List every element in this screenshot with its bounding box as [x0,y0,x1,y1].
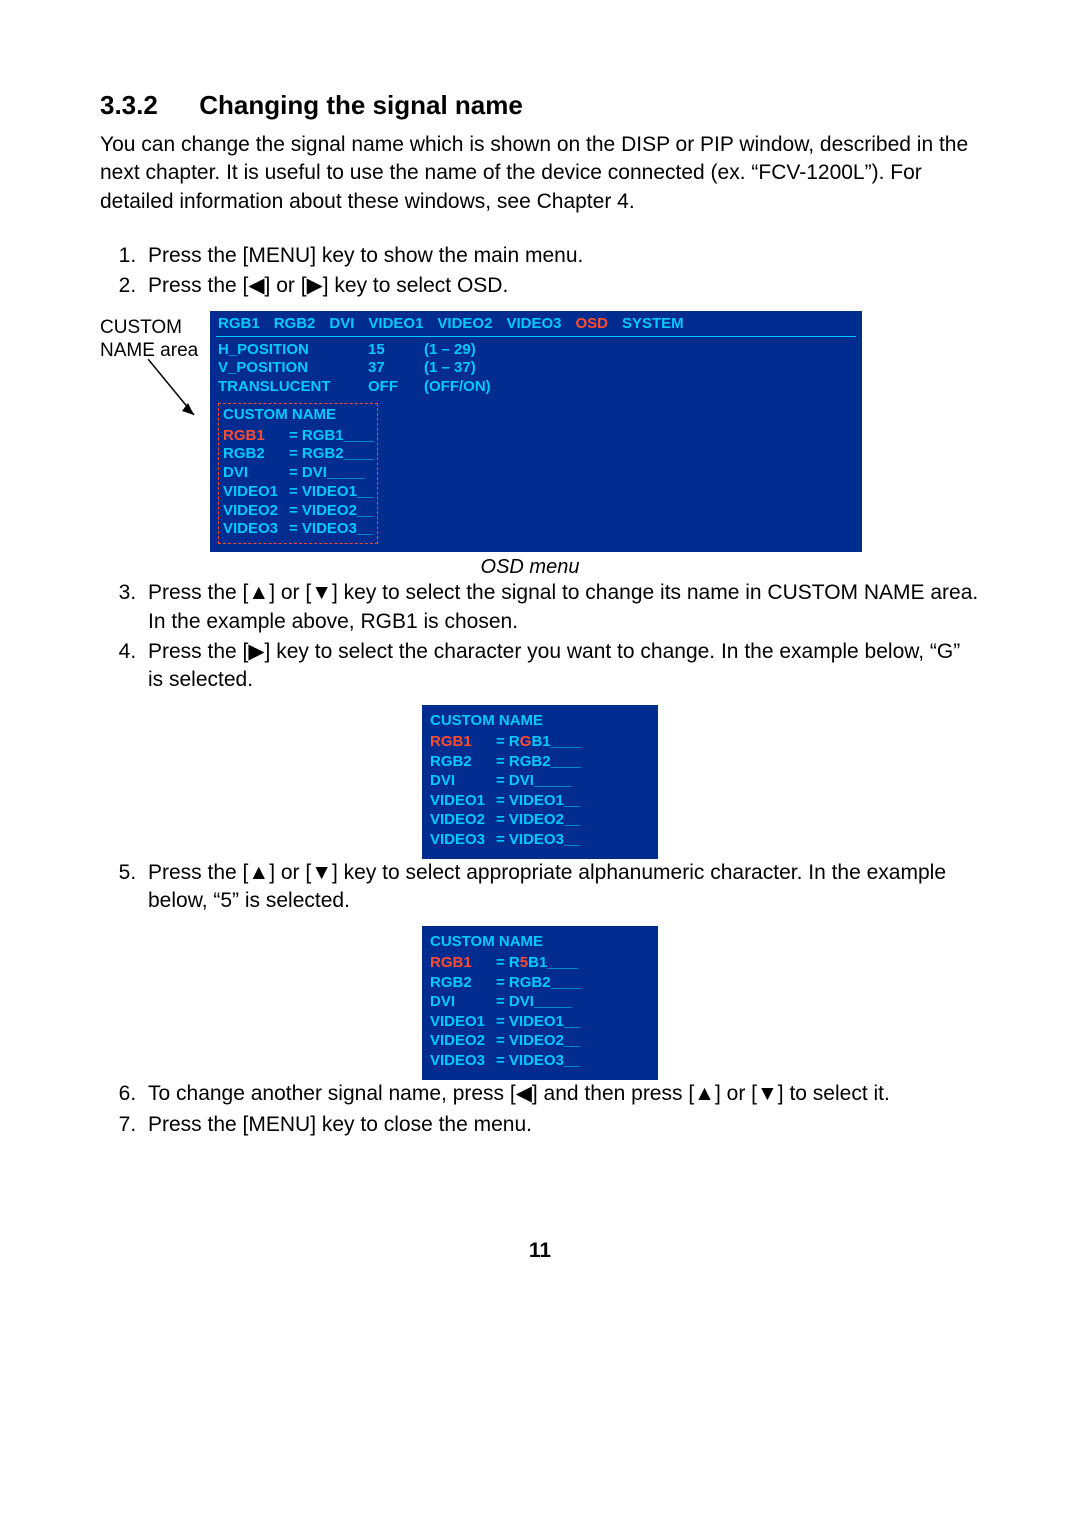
step-text: Press the [ [148,640,248,663]
custom-name-line: VIDEO3= VIDEO3__ [223,520,373,539]
osd-tab-rgb2[interactable]: RGB2 [274,315,316,332]
custom-name-line: RGB1= R5B1____ [430,953,650,973]
step-list-b: Press the [▲] or [▼] key to select the s… [110,579,980,694]
section-title: Changing the signal name [199,90,523,120]
panel-header: CUSTOM NAME [430,932,650,952]
custom-name-line: VIDEO1= VIDEO1__ [430,791,650,811]
custom-name-line: VIDEO2= VIDEO2__ [430,1031,650,1051]
osd-tab-video3[interactable]: VIDEO3 [506,315,561,332]
custom-name-line: RGB2= RGB2____ [223,445,373,464]
osd-tab-osd[interactable]: OSD [575,315,608,332]
custom-name-line: VIDEO3= VIDEO3__ [430,1051,650,1071]
step-text: To change another signal name, press [ [148,1082,516,1105]
step-text: ] or [ [269,861,311,884]
section-number: 3.3.2 [100,90,192,121]
label-line: CUSTOM [100,317,210,340]
up-arrow-icon: ▲ [248,581,269,604]
custom-name-line: RGB2= RGB2____ [430,752,650,772]
custom-name-line: DVI= DVI_____ [430,992,650,1012]
intro-paragraph: You can change the signal name which is … [100,131,980,216]
up-arrow-icon: ▲ [694,1082,715,1105]
custom-name-line: DVI= DVI_____ [430,771,650,791]
custom-name-box: CUSTOM NAME RGB1= RGB1____RGB2= RGB2____… [218,403,378,544]
figure-caption: OSD menu [210,556,850,579]
osd-figure: CUSTOM NAME area RGB1 RGB2 DVI VIDEO1 VIDEO2… [100,311,980,553]
custom-name-line: VIDEO1= VIDEO1__ [430,1012,650,1032]
custom-name-line: VIDEO3= VIDEO3__ [430,830,650,850]
step-text: ] key to select the character you want t… [148,640,960,691]
osd-tab-dvi[interactable]: DVI [329,315,354,332]
step-text: ] or [ [265,274,307,297]
step-5: Press the [▲] or [▼] key to select appro… [142,859,980,916]
custom-name-line: VIDEO1= VIDEO1__ [223,483,373,502]
custom-name-line: RGB2= RGB2____ [430,973,650,993]
down-arrow-icon: ▼ [311,861,332,884]
step-6: To change another signal name, press [◀]… [142,1080,980,1108]
step-1: Press the [MENU] key to show the main me… [142,242,980,270]
osd-menu-panel: RGB1 RGB2 DVI VIDEO1 VIDEO2 VIDEO3 OSD SYSTEM H… [210,311,862,553]
step-4: Press the [▶] key to select the characte… [142,638,980,695]
osd-tab-video2[interactable]: VIDEO2 [437,315,492,332]
step-7: Press the [MENU] key to close the menu. [142,1111,980,1139]
right-arrow-icon: ▶ [248,640,264,663]
step-text: ] and then press [ [532,1082,694,1105]
osd-tab-video1[interactable]: VIDEO1 [368,315,423,332]
step-list-d: To change another signal name, press [◀]… [110,1080,980,1139]
step-text: ] to select it. [778,1082,890,1105]
step-2: Press the [◀] or [▶] key to select OSD. [142,272,980,300]
osd-setting-row: TRANSLUCENTOFF(OFF/ON) [218,378,854,397]
step-list-c: Press the [▲] or [▼] key to select appro… [110,859,980,916]
right-arrow-icon: ▶ [307,274,323,297]
step-3: Press the [▲] or [▼] key to select the s… [142,579,980,636]
step-text: Press the [ [148,581,248,604]
step-text: Press the [ [148,274,248,297]
down-arrow-icon: ▼ [311,581,332,604]
osd-setting-row: H_POSITION15(1 – 29) [218,341,854,360]
panel-header: CUSTOM NAME [430,711,650,731]
osd-tab-system[interactable]: SYSTEM [622,315,684,332]
custom-name-line: DVI= DVI_____ [223,464,373,483]
down-arrow-icon: ▼ [757,1082,778,1105]
up-arrow-icon: ▲ [248,861,269,884]
pointer-arrow-icon [173,418,217,442]
section-heading: 3.3.2 Changing the signal name [100,90,980,121]
step-text: ] key to select OSD. [323,274,509,297]
left-arrow-icon: ◀ [516,1082,532,1105]
left-arrow-icon: ◀ [248,274,264,297]
custom-name-line: VIDEO2= VIDEO2__ [223,502,373,521]
page-number: 11 [100,1239,980,1263]
custom-name-line: RGB1= RGB1____ [223,427,373,446]
custom-name-line: VIDEO2= VIDEO2__ [430,810,650,830]
osd-body: H_POSITION15(1 – 29)V_POSITION37(1 – 37)… [216,337,856,545]
step-list-a: Press the [MENU] key to show the main me… [110,242,980,301]
step-text: ] or [ [269,581,311,604]
custom-name-area-label: CUSTOM NAME area [100,311,210,363]
step-text: ] or [ [715,1082,757,1105]
osd-setting-row: V_POSITION37(1 – 37) [218,359,854,378]
custom-name-panel-step4: CUSTOM NAME RGB1= RGB1____RGB2= RGB2____… [422,705,658,860]
custom-name-line: RGB1= RGB1____ [430,732,650,752]
custom-name-header: CUSTOM NAME [223,406,373,425]
osd-tab-rgb1[interactable]: RGB1 [218,315,260,332]
document-page: 3.3.2 Changing the signal name You can c… [0,0,1080,1323]
custom-name-panel-step5: CUSTOM NAME RGB1= R5B1____RGB2= RGB2____… [422,926,658,1081]
osd-tab-bar: RGB1 RGB2 DVI VIDEO1 VIDEO2 VIDEO3 OSD SYSTEM [216,315,856,337]
step-text: Press the [ [148,861,248,884]
